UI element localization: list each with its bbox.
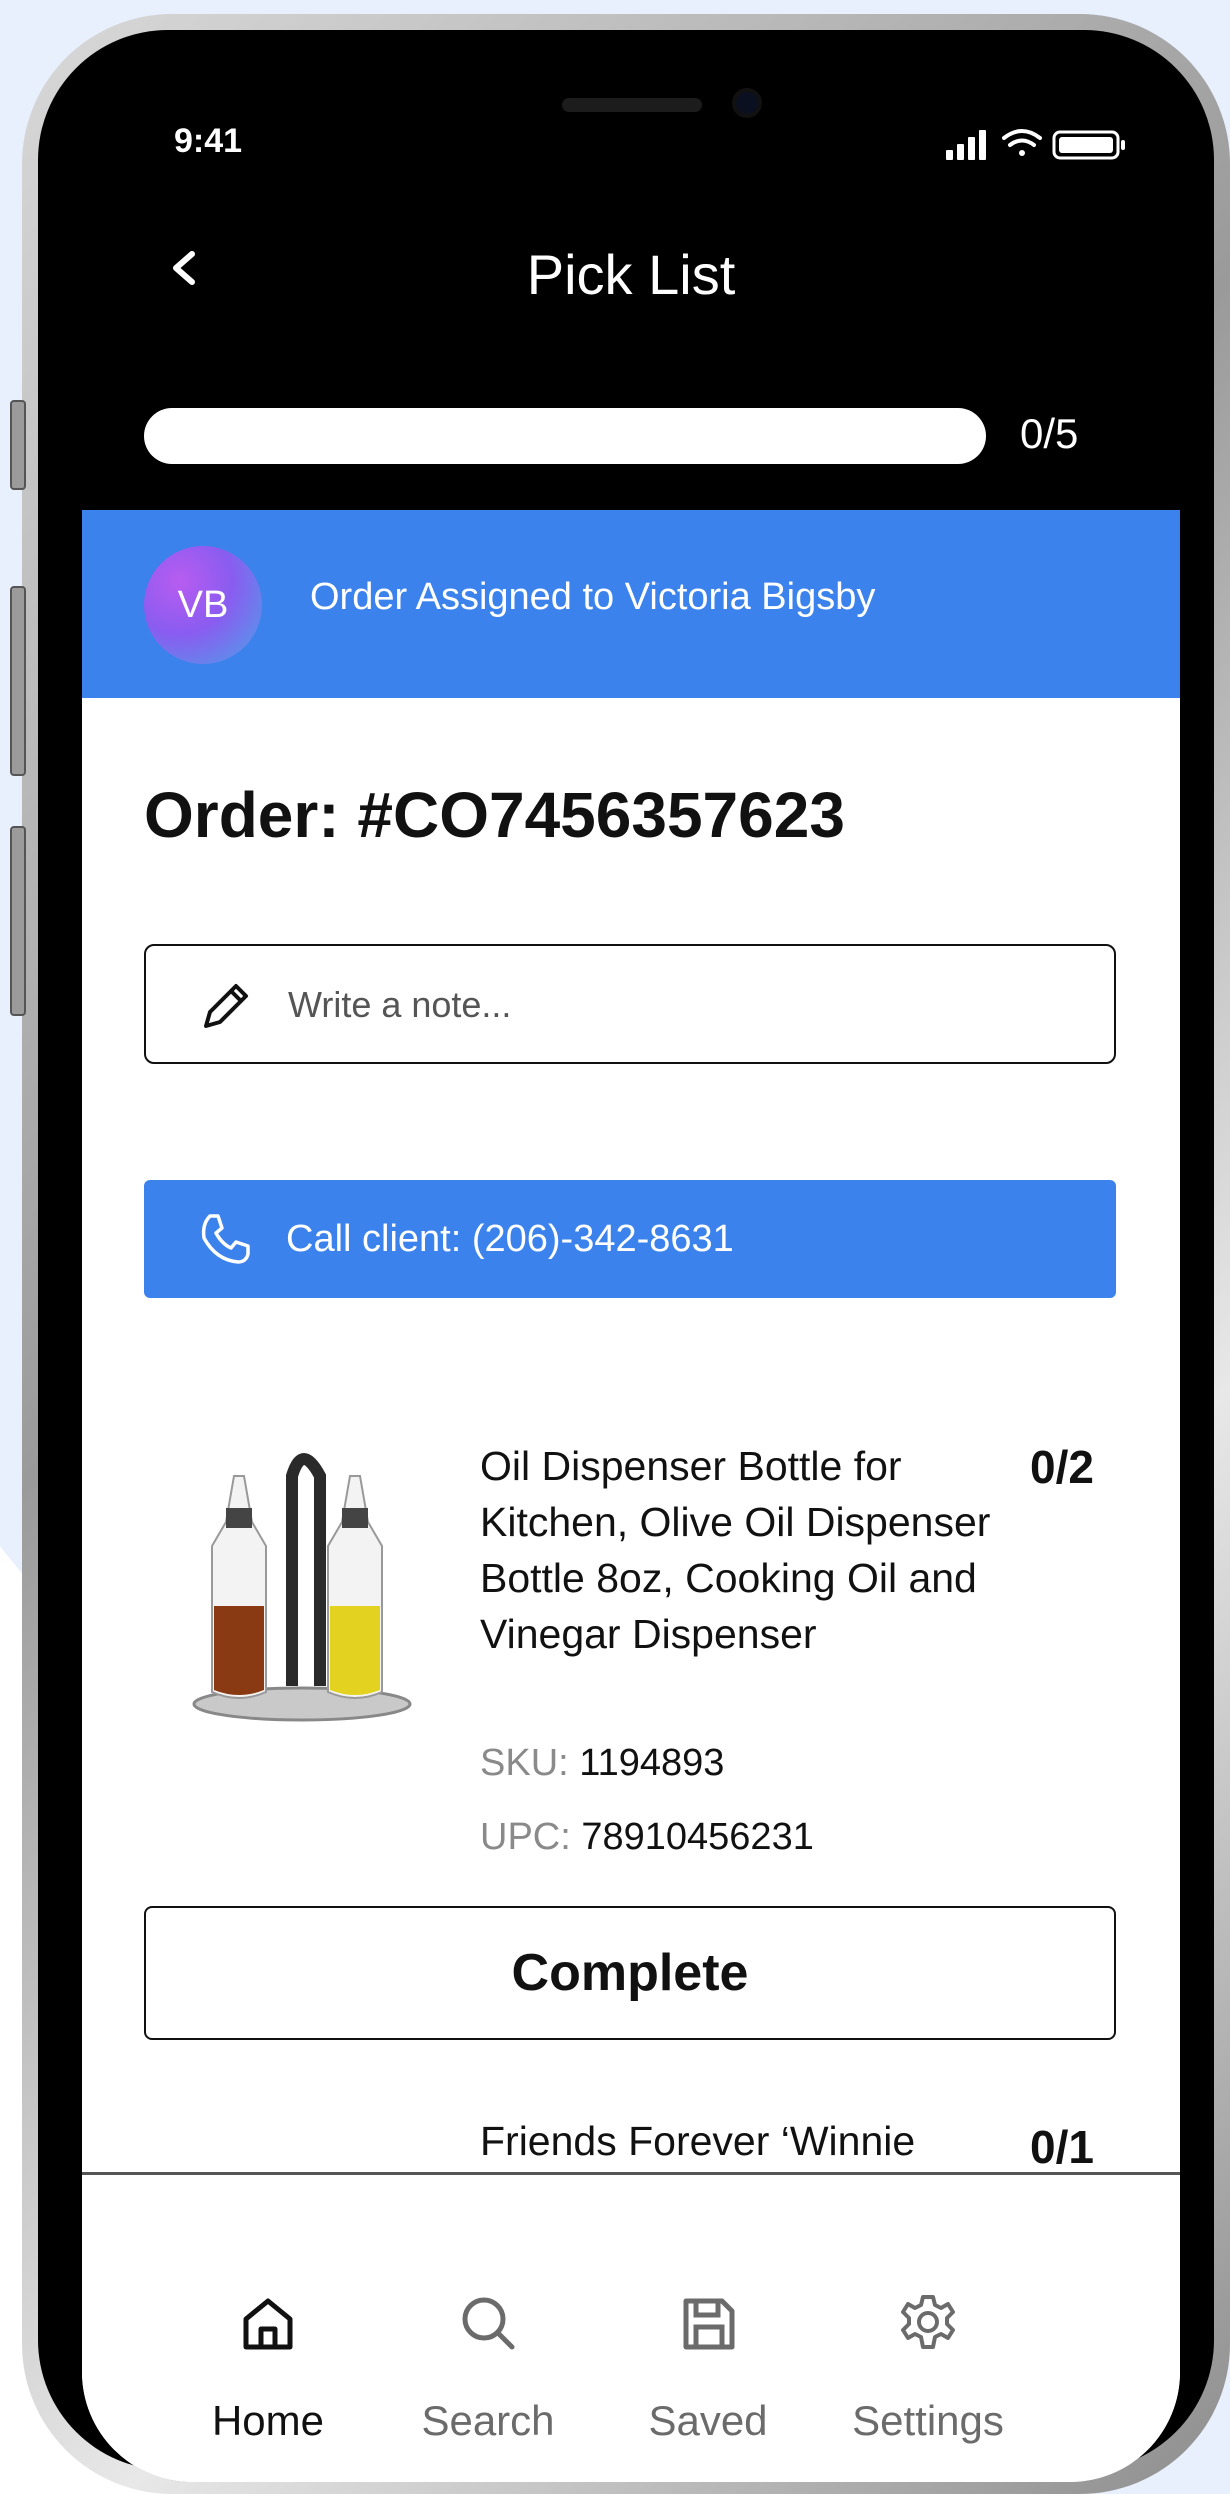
- assignment-text: Order Assigned to Victoria Bigsby: [310, 576, 876, 618]
- item-quantity: 0/1: [1030, 2121, 1094, 2173]
- cellular-signal-icon: [946, 130, 986, 160]
- avatar: VB: [144, 546, 262, 664]
- phone-screen: 9:41 Pick List 0/5 VB Order Assigned to …: [82, 62, 1180, 2482]
- home-icon: [243, 2298, 293, 2350]
- status-icons: [946, 129, 1125, 160]
- status-time: 9:41: [174, 122, 243, 160]
- upc-label: UPC:: [480, 1816, 571, 1858]
- page-title: Pick List: [526, 243, 736, 306]
- item-sku: SKU: 1194893: [480, 1742, 724, 1785]
- tab-settings[interactable]: Settings: [818, 2175, 1038, 2444]
- call-client-button[interactable]: Call client: (206)-342-8631: [144, 1180, 1116, 1298]
- progress-bar: [144, 408, 986, 464]
- sku-label: SKU:: [480, 1742, 569, 1784]
- order-title: Order: #CO7456357623: [144, 779, 845, 851]
- item-upc: UPC: 78910456231: [480, 1816, 814, 1859]
- tab-label: Settings: [852, 2397, 1004, 2444]
- sku-value: 1194893: [579, 1742, 725, 1784]
- battery-icon: [1052, 130, 1125, 160]
- upc-value: 78910456231: [581, 1816, 814, 1858]
- call-client-label: Call client: (206)-342-8631: [286, 1218, 734, 1260]
- tab-home[interactable]: Home: [158, 2175, 378, 2444]
- progress-count: 0/5: [1020, 410, 1079, 457]
- note-placeholder: Write a note...: [288, 984, 512, 1025]
- volume-up-button: [10, 586, 26, 776]
- wifi-icon: [1002, 129, 1042, 156]
- complete-button[interactable]: Complete: [144, 1906, 1116, 2040]
- note-field[interactable]: Write a note...: [144, 944, 1116, 1064]
- pencil-icon: [204, 984, 248, 1028]
- tab-label: Saved: [648, 2397, 768, 2444]
- gear-icon: [901, 2295, 955, 2349]
- content-area: VB Order Assigned to Victoria Bigsby Ord…: [82, 510, 1180, 2482]
- product-image: [192, 1453, 412, 1722]
- tab-label: Search: [421, 2397, 555, 2444]
- front-camera: [732, 88, 762, 118]
- volume-down-button: [10, 826, 26, 1016]
- item-title: Friends Forever ‘Winnie: [480, 2118, 916, 2164]
- mute-switch: [10, 400, 26, 490]
- tab-saved[interactable]: Saved: [598, 2175, 818, 2444]
- tab-search[interactable]: Search: [378, 2175, 598, 2444]
- item-quantity: 0/2: [1030, 1441, 1094, 1493]
- speaker-grille: [562, 98, 702, 112]
- assignment-banner: VB Order Assigned to Victoria Bigsby: [82, 510, 1180, 698]
- save-icon: [683, 2298, 735, 2350]
- phone-icon: [201, 1214, 250, 1264]
- search-icon: [462, 2297, 515, 2350]
- item-title: Oil Dispenser Bottle for Kitchen, Olive …: [480, 1443, 991, 1657]
- tab-bar: Home Search Saved Settings: [82, 2172, 1180, 2482]
- tab-label: Home: [211, 2397, 325, 2444]
